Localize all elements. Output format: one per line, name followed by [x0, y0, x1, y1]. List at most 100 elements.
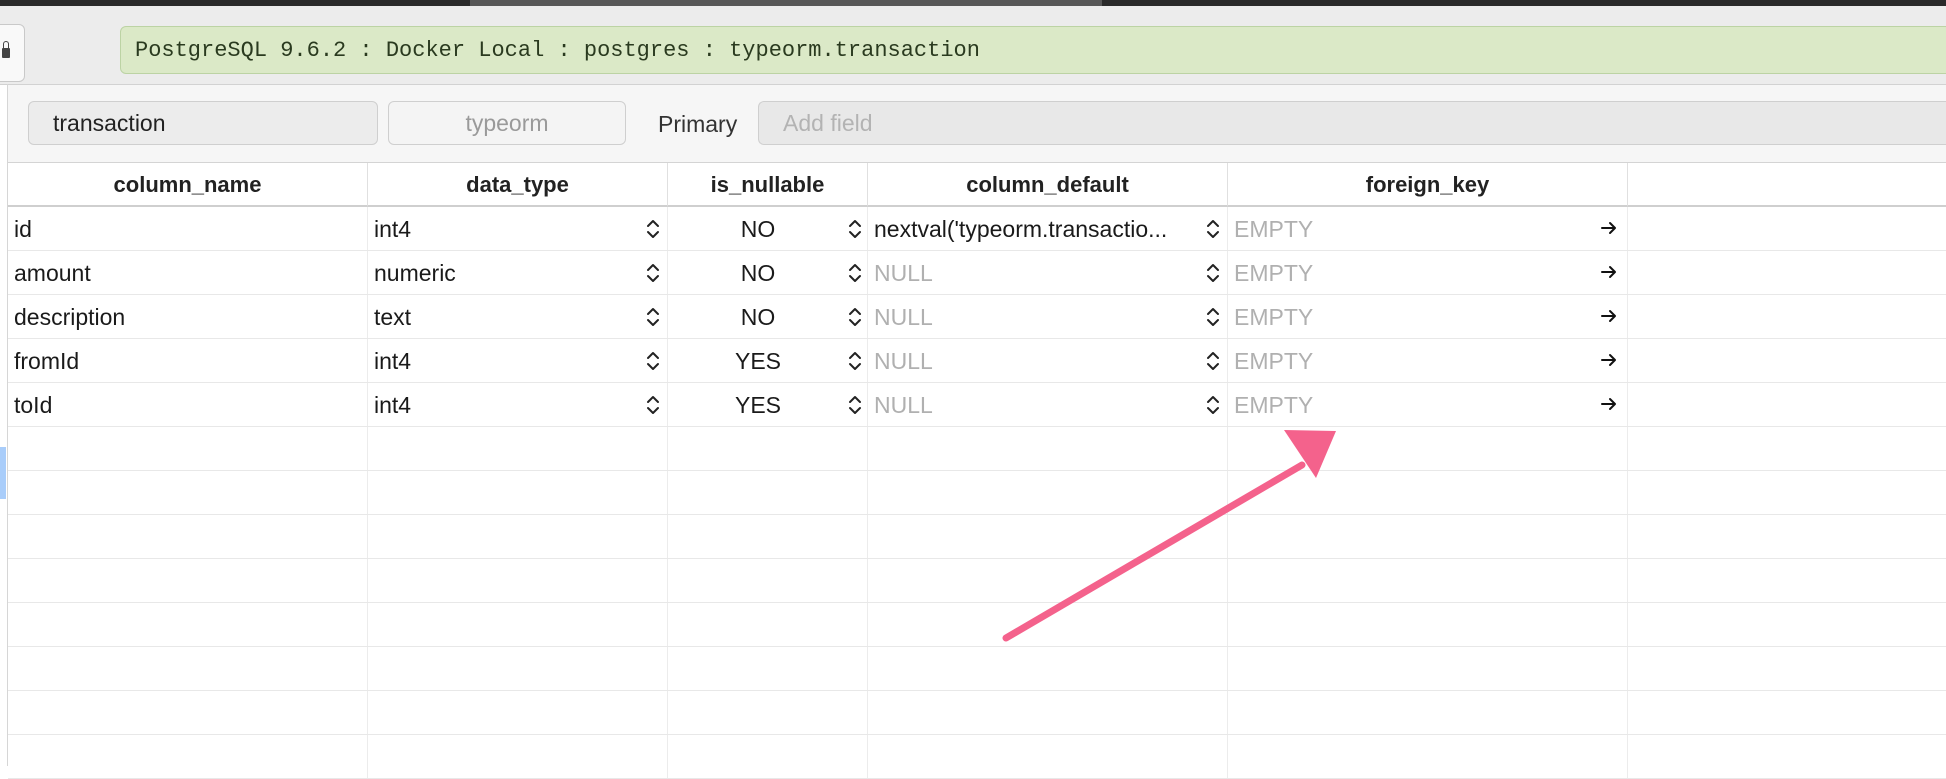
up-down-stepper-icon[interactable]	[1206, 303, 1220, 331]
empty-table-row	[8, 691, 1946, 735]
column-header-foreign-key[interactable]: foreign_key	[1228, 163, 1628, 207]
cell-data-type	[368, 735, 668, 778]
cell-column-default[interactable]: NULL	[868, 383, 1228, 426]
cell-is-nullable	[668, 691, 868, 734]
arrow-right-icon[interactable]	[1600, 351, 1618, 369]
arrow-right-icon[interactable]	[1600, 263, 1618, 281]
column-header-data-type[interactable]: data_type	[368, 163, 668, 207]
cell-is-nullable[interactable]: YES	[668, 339, 868, 382]
cell-data-type[interactable]: int4	[368, 383, 668, 426]
cell-column-default[interactable]: NULL	[868, 339, 1228, 382]
empty-table-row	[8, 559, 1946, 603]
column-default-text: NULL	[874, 260, 933, 286]
is-nullable-text: NO	[740, 304, 776, 330]
up-down-stepper-icon[interactable]	[646, 215, 660, 243]
cell-column-name	[8, 471, 368, 514]
cell-column-default[interactable]: NULL	[868, 295, 1228, 338]
foreign-key-text: EMPTY	[1234, 348, 1314, 374]
foreign-key-text: EMPTY	[1234, 216, 1314, 242]
cell-column-default	[868, 647, 1228, 690]
connection-status-text: PostgreSQL 9.6.2 : Docker Local : postgr…	[135, 38, 980, 63]
row-filler-cell	[1628, 251, 1946, 294]
up-down-stepper-icon[interactable]	[1206, 215, 1220, 243]
lock-icon	[2, 41, 10, 58]
cell-is-nullable[interactable]: NO	[668, 207, 868, 250]
cell-is-nullable[interactable]: NO	[668, 295, 868, 338]
column-name-text: fromId	[14, 348, 80, 374]
up-down-stepper-icon[interactable]	[1206, 391, 1220, 419]
row-filler-cell	[1628, 691, 1946, 734]
column-header-column-default[interactable]: column_default	[868, 163, 1228, 207]
up-down-stepper-icon[interactable]	[646, 303, 660, 331]
up-down-stepper-icon[interactable]	[1206, 259, 1220, 287]
cell-column-name[interactable]: fromId	[8, 339, 368, 382]
table-row[interactable]: fromId int4 YES NULL EMPTY	[8, 339, 1946, 383]
cell-column-default	[868, 471, 1228, 514]
cell-data-type	[368, 471, 668, 514]
up-down-stepper-icon[interactable]	[848, 215, 862, 243]
cell-column-name[interactable]: description	[8, 295, 368, 338]
row-filler-cell	[1628, 515, 1946, 558]
cell-data-type	[368, 603, 668, 646]
data-type-text: numeric	[374, 260, 456, 286]
is-nullable-text: YES	[734, 348, 782, 374]
cell-foreign-key[interactable]: EMPTY	[1228, 339, 1628, 382]
structure-toolbar: transaction typeorm Primary Add field	[8, 85, 1946, 163]
column-name-text: id	[14, 216, 32, 242]
up-down-stepper-icon[interactable]	[646, 347, 660, 375]
cell-column-name[interactable]: id	[8, 207, 368, 250]
cell-foreign-key[interactable]: EMPTY	[1228, 383, 1628, 426]
toolbar-bar: PostgreSQL 9.6.2 : Docker Local : postgr…	[0, 6, 1946, 85]
up-down-stepper-icon[interactable]	[646, 259, 660, 287]
empty-table-row	[8, 515, 1946, 559]
cell-column-default	[868, 603, 1228, 646]
arrow-right-icon[interactable]	[1600, 395, 1618, 413]
schema-field[interactable]: typeorm	[388, 101, 626, 145]
cell-column-name[interactable]: amount	[8, 251, 368, 294]
cell-data-type[interactable]: int4	[368, 207, 668, 250]
cell-column-default[interactable]: nextval('typeorm.transactio...	[868, 207, 1228, 250]
up-down-stepper-icon[interactable]	[848, 259, 862, 287]
column-header-filler	[1628, 163, 1946, 207]
up-down-stepper-icon[interactable]	[1206, 347, 1220, 375]
cell-is-nullable	[668, 603, 868, 646]
column-default-text: NULL	[874, 348, 933, 374]
cell-is-nullable[interactable]: YES	[668, 383, 868, 426]
foreign-key-text: EMPTY	[1234, 392, 1314, 418]
cell-column-name	[8, 559, 368, 602]
up-down-stepper-icon[interactable]	[646, 391, 660, 419]
primary-key-add-field-input[interactable]: Add field	[758, 101, 1946, 145]
table-row[interactable]: id int4 NO nextval('typeorm.transactio... EM…	[8, 207, 1946, 251]
table-name-field[interactable]: transaction	[28, 101, 378, 145]
column-header-column-name[interactable]: column_name	[8, 163, 368, 207]
table-row[interactable]: description text NO NULL EMPTY	[8, 295, 1946, 339]
up-down-stepper-icon[interactable]	[848, 391, 862, 419]
cell-data-type	[368, 515, 668, 558]
cell-foreign-key[interactable]: EMPTY	[1228, 251, 1628, 294]
cell-column-default[interactable]: NULL	[868, 251, 1228, 294]
cell-foreign-key[interactable]: EMPTY	[1228, 295, 1628, 338]
cell-column-name	[8, 603, 368, 646]
cell-foreign-key	[1228, 603, 1628, 646]
cell-data-type[interactable]: int4	[368, 339, 668, 382]
table-row[interactable]: amount numeric NO NULL EMPTY	[8, 251, 1946, 295]
cell-data-type[interactable]: numeric	[368, 251, 668, 294]
row-filler-cell	[1628, 735, 1946, 778]
cell-column-name	[8, 427, 368, 470]
column-header-is-nullable[interactable]: is_nullable	[668, 163, 868, 207]
cell-is-nullable	[668, 559, 868, 602]
up-down-stepper-icon[interactable]	[848, 303, 862, 331]
lock-button[interactable]	[0, 24, 25, 82]
up-down-stepper-icon[interactable]	[848, 347, 862, 375]
cell-data-type[interactable]: text	[368, 295, 668, 338]
foreign-key-text: EMPTY	[1234, 260, 1314, 286]
cell-is-nullable[interactable]: NO	[668, 251, 868, 294]
cell-column-name	[8, 515, 368, 558]
sidebar-selection-indicator[interactable]	[0, 447, 6, 499]
cell-column-name[interactable]: toId	[8, 383, 368, 426]
empty-table-row	[8, 427, 1946, 471]
cell-foreign-key[interactable]: EMPTY	[1228, 207, 1628, 250]
table-row[interactable]: toId int4 YES NULL EMPTY	[8, 383, 1946, 427]
arrow-right-icon[interactable]	[1600, 219, 1618, 237]
arrow-right-icon[interactable]	[1600, 307, 1618, 325]
